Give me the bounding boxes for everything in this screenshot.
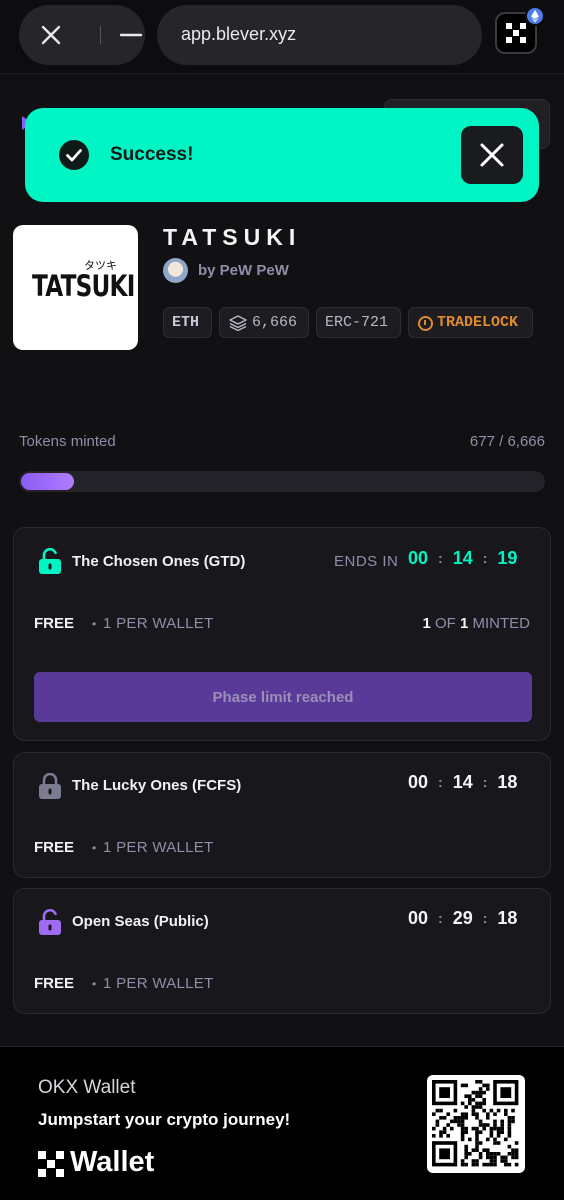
upcoming-padlock-icon — [38, 908, 62, 935]
timer-minutes: 14 — [452, 772, 473, 792]
phase-timer: 00:14:19 — [408, 548, 518, 568]
timer-hours: 00 — [408, 908, 429, 928]
info-icon — [418, 316, 433, 331]
phase-card-gtd: The Chosen Ones (GTD) ENDS IN 00:14:19 F… — [13, 527, 551, 741]
minimize-icon[interactable] — [111, 15, 151, 55]
phase-minted: 1 OF 1 MINTED — [422, 615, 530, 632]
close-icon[interactable] — [31, 15, 71, 55]
phase-price: FREE — [34, 839, 75, 856]
phase-limit: 1 PER WALLET — [103, 839, 214, 856]
unlocked-padlock-icon — [38, 547, 62, 574]
timer-seconds: 18 — [497, 772, 518, 792]
tradelock-label: TRADELOCK — [437, 314, 519, 331]
tokens-minted-count: 677 / 6,666 — [469, 433, 545, 450]
banner-brand: OKX Wallet — [38, 1077, 136, 1098]
phase-name: The Lucky Ones (FCFS) — [72, 777, 242, 794]
timer-seconds: 19 — [497, 548, 518, 568]
timer-hours: 00 — [408, 548, 429, 568]
phase-limit: 1 PER WALLET — [103, 975, 214, 992]
success-toast: Success! — [25, 108, 539, 202]
tokens-minted-label: Tokens minted — [19, 433, 116, 450]
separator-dot: • — [92, 977, 97, 991]
minted-total: 1 — [459, 615, 469, 632]
creator-avatar — [163, 258, 188, 283]
window-controls — [19, 5, 145, 65]
phase-name: Open Seas (Public) — [72, 913, 209, 930]
minted-count: 1 — [422, 615, 431, 632]
creator-name[interactable]: by PeW PeW — [198, 262, 289, 279]
timer-minutes: 14 — [452, 548, 473, 568]
check-circle-icon — [59, 140, 89, 170]
timer-seconds: 18 — [497, 908, 518, 928]
chain-tag: ETH — [163, 307, 212, 338]
ends-in-label: ENDS IN — [334, 553, 399, 570]
divider — [100, 26, 101, 44]
phase-limit: 1 PER WALLET — [103, 615, 214, 632]
supply-value: 6,666 — [252, 314, 298, 331]
phase-timer: 00:29:18 — [408, 908, 518, 928]
phase-price: FREE — [34, 975, 75, 992]
browser-toolbar: app.blever.xyz — [0, 0, 564, 74]
locked-padlock-icon — [38, 772, 62, 799]
separator-dot: • — [92, 617, 97, 631]
toast-message: Success! — [110, 144, 194, 165]
banner-tagline: Jumpstart your crypto journey! — [38, 1110, 291, 1129]
phase-price: FREE — [34, 615, 75, 632]
qr-code — [427, 1075, 525, 1173]
okx-wallet-banner[interactable]: OKX Wallet Jumpstart your crypto journey… — [0, 1046, 564, 1200]
collection-title: TATSUKI — [163, 224, 302, 250]
phase-card-fcfs: The Lucky Ones (FCFS) 00:14:18 FREE • 1 … — [13, 752, 551, 878]
minted-of: OF — [434, 615, 456, 632]
separator-dot: • — [92, 841, 97, 855]
mint-progress-bar — [19, 471, 545, 492]
layers-icon — [229, 315, 247, 331]
logo-wordmark: TATSUKI — [32, 269, 135, 303]
minted-suffix: MINTED — [472, 615, 531, 632]
mint-progress-fill — [21, 473, 74, 490]
toast-close-button[interactable] — [461, 126, 523, 184]
collection-logo: タツキ TATSUKI — [13, 225, 138, 350]
supply-tag: 6,666 — [219, 307, 309, 338]
wallet-logo-text: Wallet — [70, 1146, 155, 1178]
timer-minutes: 29 — [452, 908, 473, 928]
phase-timer: 00:14:18 — [408, 772, 518, 792]
timer-hours: 00 — [408, 772, 429, 792]
ethereum-icon — [525, 6, 545, 26]
phase-limit-button[interactable]: Phase limit reached — [34, 672, 532, 722]
phase-name: The Chosen Ones (GTD) — [72, 553, 246, 570]
url-bar[interactable]: app.blever.xyz — [157, 5, 482, 65]
phase-card-public: Open Seas (Public) 00:29:18 FREE • 1 PER… — [13, 888, 551, 1014]
standard-tag: ERC-721 — [316, 307, 401, 338]
tradelock-tag: TRADELOCK — [408, 307, 533, 338]
url-text: app.blever.xyz — [181, 24, 297, 44]
